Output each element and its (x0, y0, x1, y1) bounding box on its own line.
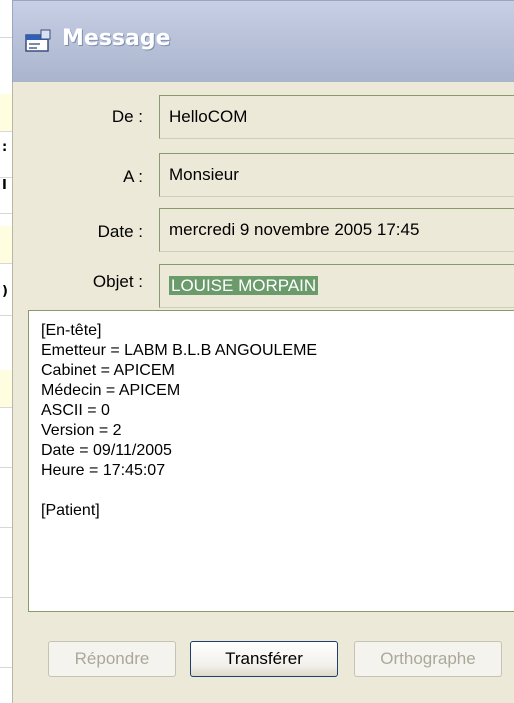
background-row (0, 630, 12, 668)
forward-button[interactable]: Transférer (190, 641, 338, 677)
subject-selected-text: LOUISE MORPAIN (169, 276, 319, 295)
background-app-strip: : I ) (0, 0, 12, 703)
message-line: Date = 09/11/2005 (41, 442, 172, 459)
message-window: Message De : HelloCOM A : Monsieur Date … (12, 0, 514, 703)
to-field[interactable]: Monsieur (159, 153, 514, 197)
message-line: Version = 2 (41, 422, 122, 439)
message-line: Heure = 17:45:07 (41, 462, 166, 479)
background-row (0, 370, 12, 408)
date-label: Date : (97, 222, 143, 241)
spelling-button[interactable]: Orthographe (354, 641, 502, 677)
title-bar[interactable]: Message (12, 0, 514, 82)
background-row (0, 560, 12, 598)
message-line: [Patient] (41, 502, 100, 519)
reply-button[interactable]: Répondre (48, 641, 176, 677)
subject-field[interactable]: LOUISE MORPAIN (159, 264, 514, 308)
background-row (0, 490, 12, 528)
background-row: : (0, 140, 12, 178)
background-row: ) (0, 278, 12, 316)
date-field[interactable]: mercredi 9 novembre 2005 17:45 (159, 208, 514, 252)
subject-label: Objet : (92, 272, 143, 291)
to-label: A : (123, 167, 143, 186)
message-body[interactable]: [En-tête] Emetteur = LABM B.L.B ANGOULEME… (28, 310, 514, 612)
background-row (0, 94, 12, 132)
background-row (0, 430, 12, 468)
message-line: Cabinet = APICEM (41, 362, 175, 379)
from-label: De : (111, 107, 143, 126)
window-title: Message (62, 26, 171, 51)
message-line: [En-tête] (41, 322, 102, 339)
message-window-icon (25, 29, 51, 52)
message-line: Emetteur = LABM B.L.B ANGOULEME (41, 342, 318, 359)
background-row (0, 226, 12, 264)
background-row (0, 0, 12, 38)
from-field[interactable]: HelloCOM (159, 95, 514, 139)
message-line (41, 481, 514, 501)
message-line: Médecin = APICEM (41, 382, 181, 399)
background-row: I (0, 176, 12, 214)
message-line: ASCII = 0 (41, 402, 110, 419)
